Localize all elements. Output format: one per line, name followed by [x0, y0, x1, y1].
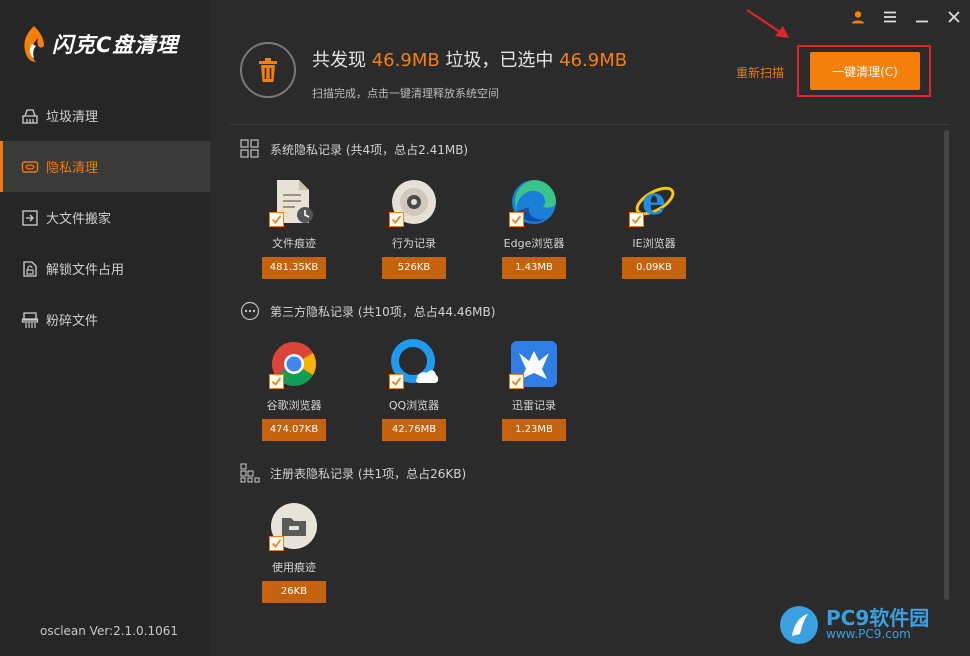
edge-icon: [509, 177, 559, 227]
sidebar-item-label: 垃圾清理: [46, 110, 99, 125]
section-system-privacy: 系统隐私记录 (共4项，总占2.41MB): [240, 139, 468, 159]
item-name: 文件痕迹: [272, 237, 316, 250]
section-registry-privacy: 注册表隐私记录 (共1项，总占26KB): [240, 463, 466, 483]
privacy-records-list: 系统隐私记录 (共4项，总占2.41MB) 文件痕迹 481.35KB 行为记录…: [210, 125, 940, 656]
ie-icon: e: [629, 177, 679, 227]
sidebar-nav: 垃圾清理 隐私清理 大文件搬家 解锁文件占用 粉碎文件: [0, 90, 210, 345]
privacy-item-usage-trace[interactable]: 使用痕迹 26KB: [260, 501, 328, 603]
sidebar-item-unlock-file[interactable]: 解锁文件占用: [0, 243, 210, 294]
privacy-item-chrome[interactable]: 谷歌浏览器 474.07KB: [260, 339, 328, 441]
chrome-icon: [269, 339, 319, 389]
broom-icon: [20, 106, 40, 126]
summary-prefix: 共发现: [312, 50, 366, 71]
item-name: 行为记录: [392, 237, 436, 250]
registry-grid-icon: [240, 463, 260, 483]
section-title: 系统隐私记录 (共4项，总占2.41MB): [270, 142, 469, 157]
qq-browser-icon: [389, 339, 439, 389]
item-name: Edge浏览器: [503, 237, 565, 250]
item-checkbox[interactable]: [269, 212, 284, 227]
sidebar-item-label: 解锁文件占用: [46, 263, 125, 278]
watermark: PC9软件园 www.PC9.com: [778, 604, 929, 646]
sidebar-item-label: 大文件搬家: [46, 212, 112, 227]
version-label: osclean Ver:2.1.0.1061: [40, 624, 178, 638]
annotation-arrow-icon: [746, 9, 789, 38]
item-size-badge: 0.09KB: [622, 257, 686, 279]
xunlei-icon: [509, 339, 559, 389]
logo-flame-icon: [24, 26, 44, 62]
svg-text:e: e: [642, 178, 666, 223]
registry-icon: [269, 501, 319, 551]
sidebar-item-privacy-clean[interactable]: 隐私清理: [0, 141, 210, 192]
item-name: 迅雷记录: [512, 399, 556, 412]
item-name: IE浏览器: [632, 237, 676, 250]
item-checkbox[interactable]: [389, 374, 404, 389]
selected-size: 46.9MB: [559, 50, 628, 71]
item-size-badge: 42.76MB: [382, 419, 446, 441]
unlock-file-icon: [20, 259, 40, 279]
item-size-badge: 1.23MB: [502, 419, 566, 441]
found-size: 46.9MB: [371, 50, 440, 71]
scan-summary-header: 共发现 46.9MB 垃圾，已选中 46.9MB 扫描完成，点击一键清理释放系统…: [210, 0, 970, 125]
app-name: 闪克C盘清理: [52, 33, 179, 57]
item-checkbox[interactable]: [269, 536, 284, 551]
item-checkbox[interactable]: [509, 374, 524, 389]
trash-icon: [259, 58, 277, 82]
item-size-badge: 474.07KB: [262, 419, 326, 441]
file-trace-icon: [269, 177, 319, 227]
rescan-link[interactable]: 重新扫描: [736, 64, 784, 81]
item-size-badge: 481.35KB: [262, 257, 326, 279]
move-file-icon: [20, 208, 40, 228]
trash-badge: [240, 42, 296, 98]
sidebar-item-large-file-move[interactable]: 大文件搬家: [0, 192, 210, 243]
sidebar-item-label: 隐私清理: [46, 161, 99, 176]
item-name: 谷歌浏览器: [266, 399, 322, 412]
item-checkbox[interactable]: [629, 212, 644, 227]
more-dots-icon: [240, 301, 260, 321]
item-checkbox[interactable]: [389, 212, 404, 227]
privacy-icon: [20, 157, 40, 177]
item-checkbox[interactable]: [269, 374, 284, 389]
privacy-item-xunlei[interactable]: 迅雷记录 1.23MB: [500, 339, 568, 441]
app-logo: 闪克C盘清理: [18, 22, 178, 66]
item-size-badge: 1.43MB: [502, 257, 566, 279]
item-size-badge: 26KB: [262, 581, 326, 603]
windows-grid-icon: [240, 139, 260, 159]
privacy-item-edge-browser[interactable]: Edge浏览器 1.43MB: [500, 177, 568, 279]
summary-mid: 垃圾，已选中: [445, 50, 554, 71]
section-title: 注册表隐私记录 (共1项，总占26KB): [270, 466, 467, 481]
disc-icon: [389, 177, 439, 227]
scan-summary-text: 共发现 46.9MB 垃圾，已选中 46.9MB: [312, 46, 627, 72]
item-name: QQ浏览器: [388, 399, 440, 412]
sidebar-item-label: 粉碎文件: [46, 314, 99, 329]
section-third-party-privacy: 第三方隐私记录 (共10项，总占44.46MB): [240, 301, 495, 321]
privacy-item-behavior-record[interactable]: 行为记录 526KB: [380, 177, 448, 279]
privacy-item-file-trace[interactable]: 文件痕迹 481.35KB: [260, 177, 328, 279]
scrollbar[interactable]: [944, 130, 949, 600]
item-name: 使用痕迹: [272, 561, 316, 574]
section-title: 第三方隐私记录 (共10项，总占44.46MB): [270, 304, 496, 319]
sidebar: 闪克C盘清理 垃圾清理 隐私清理 大文件搬家 解锁文件占用 粉碎文件 oscle…: [0, 0, 210, 656]
shredder-icon: [20, 310, 40, 330]
watermark-brand: PC9软件园: [826, 606, 930, 630]
pc9-logo-icon: [780, 606, 818, 644]
sidebar-item-junk-clean[interactable]: 垃圾清理: [0, 90, 210, 141]
one-click-clean-button[interactable]: 一键清理(C): [810, 52, 920, 90]
scan-status-subtext: 扫描完成，点击一键清理释放系统空间: [312, 87, 499, 100]
item-checkbox[interactable]: [509, 212, 524, 227]
item-size-badge: 526KB: [382, 257, 446, 279]
privacy-item-qq-browser[interactable]: QQ浏览器 42.76MB: [380, 339, 448, 441]
privacy-item-ie-browser[interactable]: e IE浏览器 0.09KB: [620, 177, 688, 279]
sidebar-item-shred-file[interactable]: 粉碎文件: [0, 294, 210, 345]
